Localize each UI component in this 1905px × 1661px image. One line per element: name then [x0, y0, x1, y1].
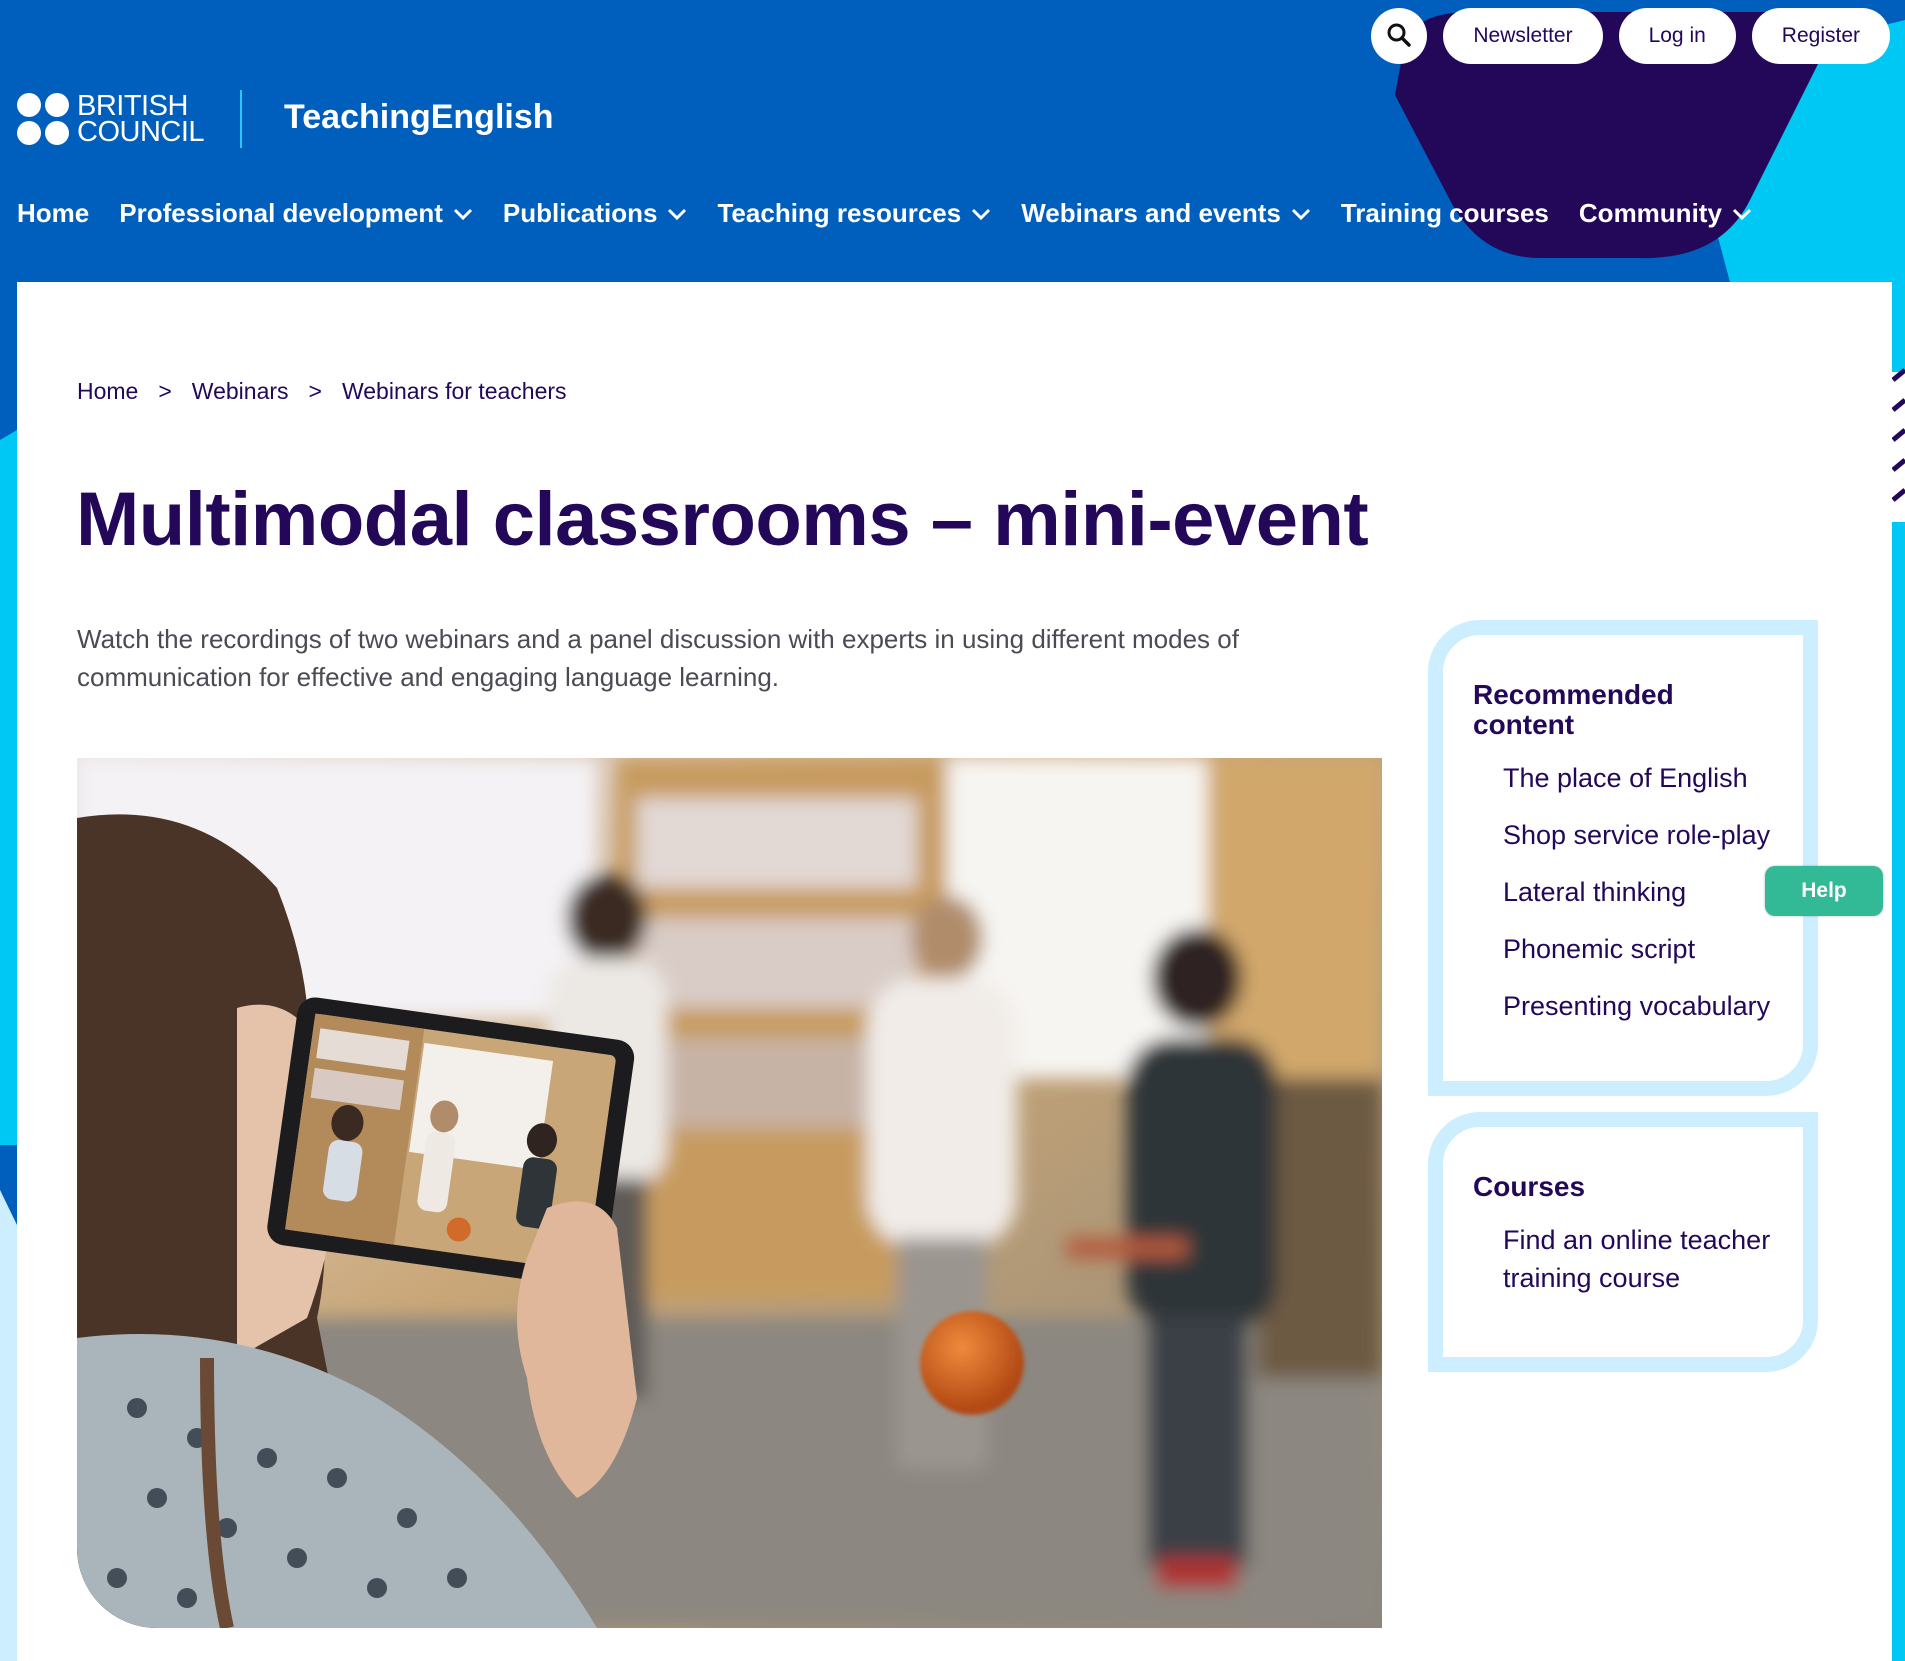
courses-title: Courses [1473, 1171, 1586, 1202]
recommended-item-the-place-of-english[interactable]: The place of English [1503, 759, 1773, 797]
breadcrumb-separator: > [308, 378, 322, 404]
page-intro: Watch the recordings of two webinars and… [77, 624, 1239, 692]
breadcrumb-webinars-for-teachers[interactable]: Webinars for teachers [342, 378, 567, 405]
nav-item-professional-development[interactable]: Professional development [119, 198, 473, 229]
recommended-item-shop-service-role-play[interactable]: Shop service role-play [1503, 816, 1773, 854]
breadcrumb-separator: > [158, 378, 172, 404]
page-title: Multimodal classrooms – mini-event [76, 477, 1369, 562]
nav-item-community[interactable]: Community [1579, 198, 1752, 229]
nav-item-publications[interactable]: Publications [503, 198, 688, 229]
newsletter-button[interactable]: Newsletter [1443, 8, 1603, 64]
nav-item-home[interactable]: Home [17, 198, 89, 229]
british-council-logo[interactable]: BRITISH COUNCIL [17, 90, 205, 148]
chevron-down-icon [971, 208, 991, 220]
recommended-item-presenting-vocabulary[interactable]: Presenting vocabulary [1503, 987, 1773, 1025]
recommended-content-list: The place of English Shop service role-p… [1473, 759, 1773, 1025]
chevron-down-icon [453, 208, 473, 220]
register-button[interactable]: Register [1751, 8, 1890, 64]
site-header: Newsletter Log in Register BRITISH COUNC… [0, 0, 1905, 282]
help-button[interactable]: Help [1765, 866, 1883, 916]
hero-image [77, 758, 1382, 1628]
search-button[interactable] [1371, 8, 1428, 64]
course-item-find-online-course[interactable]: Find an online teacher training course [1503, 1221, 1773, 1297]
breadcrumb: Home > Webinars > Webinars for teachers [77, 378, 567, 405]
courses-card: Courses Find an online teacher training … [1428, 1112, 1818, 1372]
recommended-item-phonemic-script[interactable]: Phonemic script [1503, 930, 1773, 968]
login-button[interactable]: Log in [1618, 8, 1736, 64]
breadcrumb-home[interactable]: Home [77, 378, 138, 405]
courses-list: Find an online teacher training course [1473, 1221, 1773, 1297]
top-utility-bar: Newsletter Log in Register [1371, 8, 1890, 64]
logo-text: BRITISH COUNCIL [77, 90, 205, 148]
chevron-down-icon [1291, 208, 1311, 220]
chevron-down-icon [667, 208, 687, 220]
breadcrumb-webinars[interactable]: Webinars [192, 378, 289, 405]
logo-dots [17, 93, 69, 145]
main-navigation: Home Professional development Publicatio… [17, 198, 1782, 229]
search-icon [1386, 22, 1412, 51]
site-name[interactable]: TeachingEnglish [284, 98, 554, 137]
recommended-content-card: Recommended content The place of English… [1428, 620, 1818, 1096]
chevron-down-icon [1732, 208, 1752, 220]
nav-item-webinars-and-events[interactable]: Webinars and events [1021, 198, 1311, 229]
recommended-item-lateral-thinking[interactable]: Lateral thinking [1503, 873, 1773, 911]
nav-item-training-courses[interactable]: Training courses [1341, 198, 1549, 229]
nav-item-teaching-resources[interactable]: Teaching resources [717, 198, 991, 229]
recommended-content-title: Recommended content [1473, 679, 1674, 740]
logo-divider [240, 90, 242, 148]
hero-image-illustration [77, 758, 1382, 1628]
